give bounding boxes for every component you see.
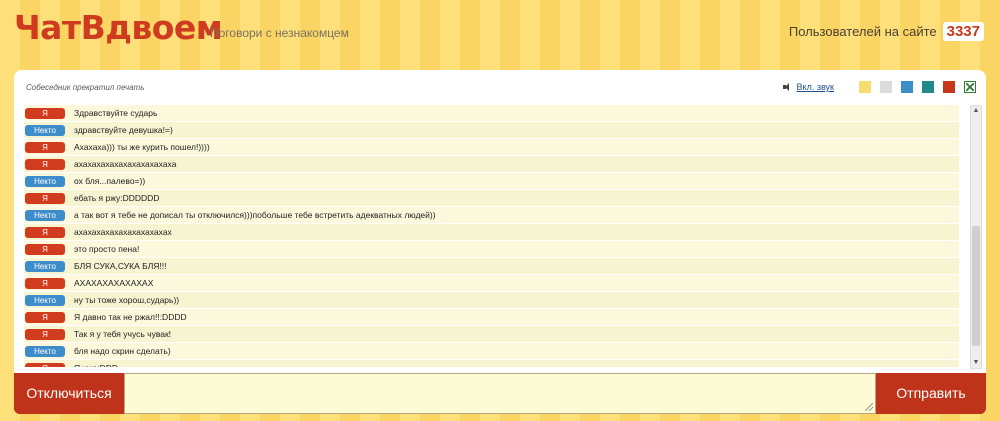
sender-badge: Некто (25, 260, 65, 272)
online-users-count: 3337 (942, 22, 984, 41)
message-row: Я Я давно так не ржал!!:DDDD (24, 309, 959, 326)
message-list: Я Здравствуйте сударь Некто здравствуйте де… (24, 105, 959, 367)
sender-badge: Некто (25, 209, 65, 221)
message-text: это просто пена! (74, 244, 140, 254)
message-text: здравствуйте девушка!=) (74, 125, 173, 135)
sound-toggle[interactable]: Вкл. звук (782, 82, 834, 92)
message-row: Я АХАХАХАХАХАХАХ (24, 275, 959, 292)
message-row: Некто а так вот я тебе не дописал ты откл… (24, 207, 959, 224)
theme-swatch[interactable] (943, 81, 955, 93)
message-row: Некто здравствуйте девушка!=) (24, 122, 959, 139)
message-text: БЛЯ СУКА,СУКА БЛЯ!!! (74, 261, 167, 271)
sender-badge: Я (25, 192, 65, 204)
message-text: ахахахахахахахахахахаха (74, 159, 177, 169)
message-text: бля надо скрин сделать) (74, 346, 171, 356)
sender-badge: Я (25, 158, 65, 170)
sender-badge: Я (25, 277, 65, 289)
sender-badge: Я (25, 226, 65, 238)
scroll-thumb[interactable] (972, 226, 980, 346)
message-row: Я Так я у тебя учусь чувак! (24, 326, 959, 343)
message-row: Яахахахахахахахахахахаха (24, 156, 959, 173)
scroll-down-arrow-icon[interactable]: ▼ (971, 358, 981, 368)
message-text: Ахахаха))) ты же курить пошел!)))) (74, 142, 210, 152)
speaker-icon (782, 82, 794, 92)
sender-badge: Я (25, 243, 65, 255)
chat-toolbar: Вкл. звук (782, 80, 976, 94)
message-text: а так вот я тебе не дописал ты отключилс… (74, 210, 436, 220)
sender-badge: Некто (25, 294, 65, 306)
theme-swatch[interactable] (859, 81, 871, 93)
message-text: АХАХАХАХАХАХАХ (74, 278, 154, 288)
sound-toggle-label[interactable]: Вкл. звук (797, 82, 834, 92)
theme-swatch[interactable] (901, 81, 913, 93)
message-row: Я Я уже:DDD (24, 360, 959, 367)
message-text: ебать я ржу:DDDDDD (74, 193, 160, 203)
message-row: Некто бля надо скрин сделать) (24, 343, 959, 360)
typing-status: Собеседник прекратил печать (26, 83, 145, 92)
resize-grip-icon[interactable] (865, 403, 873, 411)
message-text: ахахахахахахахахахахах (74, 227, 172, 237)
message-row: Яэто просто пена! (24, 241, 959, 258)
sender-badge: Некто (25, 124, 65, 136)
message-row: Я Здравствуйте сударь (24, 105, 959, 122)
sender-badge: Я (25, 107, 65, 119)
header: ЧатВдвоем Поговори с незнакомцем Пользов… (0, 0, 1000, 68)
sender-badge: Некто (25, 175, 65, 187)
message-text: Я давно так не ржал!!:DDDD (74, 312, 187, 322)
message-text: Я уже:DDD (74, 363, 118, 367)
theme-swatch[interactable] (880, 81, 892, 93)
message-row: Я Ахахаха))) ты же курить пошел!)))) (24, 139, 959, 156)
compose-bar: Отключиться Отправить (14, 373, 986, 414)
chat-panel: Собеседник прекратил печать Вкл. звук ЯЗ… (14, 70, 986, 373)
sender-badge: Я (25, 141, 65, 153)
message-row: Некто ох бля...палево=)) (24, 173, 959, 190)
scroll-up-arrow-icon[interactable]: ▲ (971, 106, 981, 116)
message-text: ох бля...палево=)) (74, 176, 146, 186)
message-row: Яебать я ржу:DDDDDD (24, 190, 959, 207)
theme-swatch[interactable] (922, 81, 934, 93)
message-row: Яахахахахахахахахахахах (24, 224, 959, 241)
send-button[interactable]: Отправить (876, 373, 986, 414)
online-users: Пользователей на сайте 3337 (789, 22, 984, 41)
disconnect-button[interactable]: Отключиться (14, 373, 124, 414)
message-row: Некто ну ты тоже хорош,сударь)) (24, 292, 959, 309)
sender-badge: Я (25, 311, 65, 323)
message-input[interactable] (124, 373, 876, 414)
message-scrollbar[interactable]: ▲ ▼ (970, 105, 982, 369)
sender-badge: Я (25, 362, 65, 367)
online-users-label: Пользователей на сайте (788, 24, 937, 39)
excel-export-icon[interactable] (964, 81, 976, 93)
tagline: Поговори с незнакомцем (210, 26, 349, 40)
message-text: Так я у тебя учусь чувак! (74, 329, 172, 339)
theme-swatches (850, 81, 955, 93)
site-logo[interactable]: ЧатВдвоем (14, 8, 223, 47)
message-text: ну ты тоже хорош,сударь)) (74, 295, 180, 305)
message-text: Здравствуйте сударь (74, 108, 158, 118)
sender-badge: Некто (25, 345, 65, 357)
sender-badge: Я (25, 328, 65, 340)
message-row: Некто БЛЯ СУКА,СУКА БЛЯ!!! (24, 258, 959, 275)
